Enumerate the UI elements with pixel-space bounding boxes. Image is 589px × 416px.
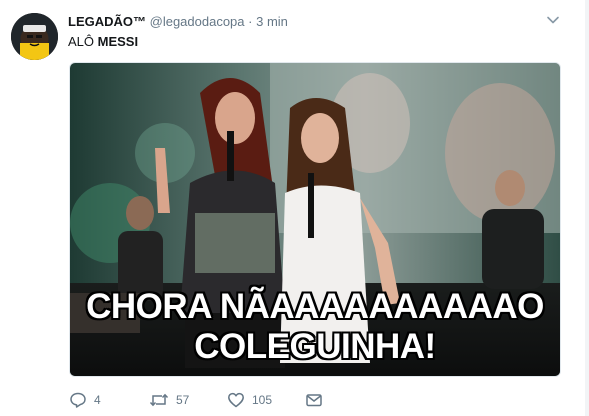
- like-count: 105: [252, 393, 273, 407]
- heart-icon: [228, 392, 244, 408]
- avatar[interactable]: [11, 13, 58, 60]
- reply-count: 4: [94, 393, 101, 407]
- user-handle[interactable]: @legadodacopa: [150, 14, 245, 29]
- tweet-card: LEGADÃO™ @legadodacopa · 3 min ALÔ MESSI: [0, 0, 589, 416]
- display-name[interactable]: LEGADÃO™: [68, 14, 146, 29]
- avatar-image: [11, 13, 58, 60]
- tweet-text-mention: MESSI: [97, 34, 139, 49]
- chevron-down-icon[interactable]: [545, 12, 561, 28]
- retweet-icon: [149, 393, 169, 407]
- retweet-count: 57: [176, 393, 190, 407]
- reply-icon: [70, 392, 86, 408]
- reply-button[interactable]: 4: [69, 390, 101, 410]
- tweet-actions: 4 57 105: [69, 390, 369, 410]
- separator-dot: ·: [248, 14, 253, 29]
- envelope-icon: [306, 394, 322, 407]
- meme-caption-line2: COLEGUINHA!: [193, 327, 437, 366]
- tweet-header: LEGADÃO™ @legadodacopa · 3 min: [68, 13, 288, 30]
- tweet-text: ALÔ MESSI: [68, 34, 138, 50]
- tweet-media[interactable]: CHORA NÃAAAAAAAAAAO COLEGUINHA!: [69, 62, 561, 377]
- dm-button[interactable]: [305, 390, 323, 410]
- like-button[interactable]: 105: [227, 390, 272, 410]
- timestamp[interactable]: 3 min: [256, 14, 288, 29]
- meme-caption-line1: CHORA NÃAAAAAAAAAAO: [85, 287, 545, 326]
- scrollbar-track[interactable]: [585, 0, 589, 416]
- retweet-button[interactable]: 57: [149, 390, 189, 410]
- tweet-text-prefix: ALÔ: [68, 34, 95, 49]
